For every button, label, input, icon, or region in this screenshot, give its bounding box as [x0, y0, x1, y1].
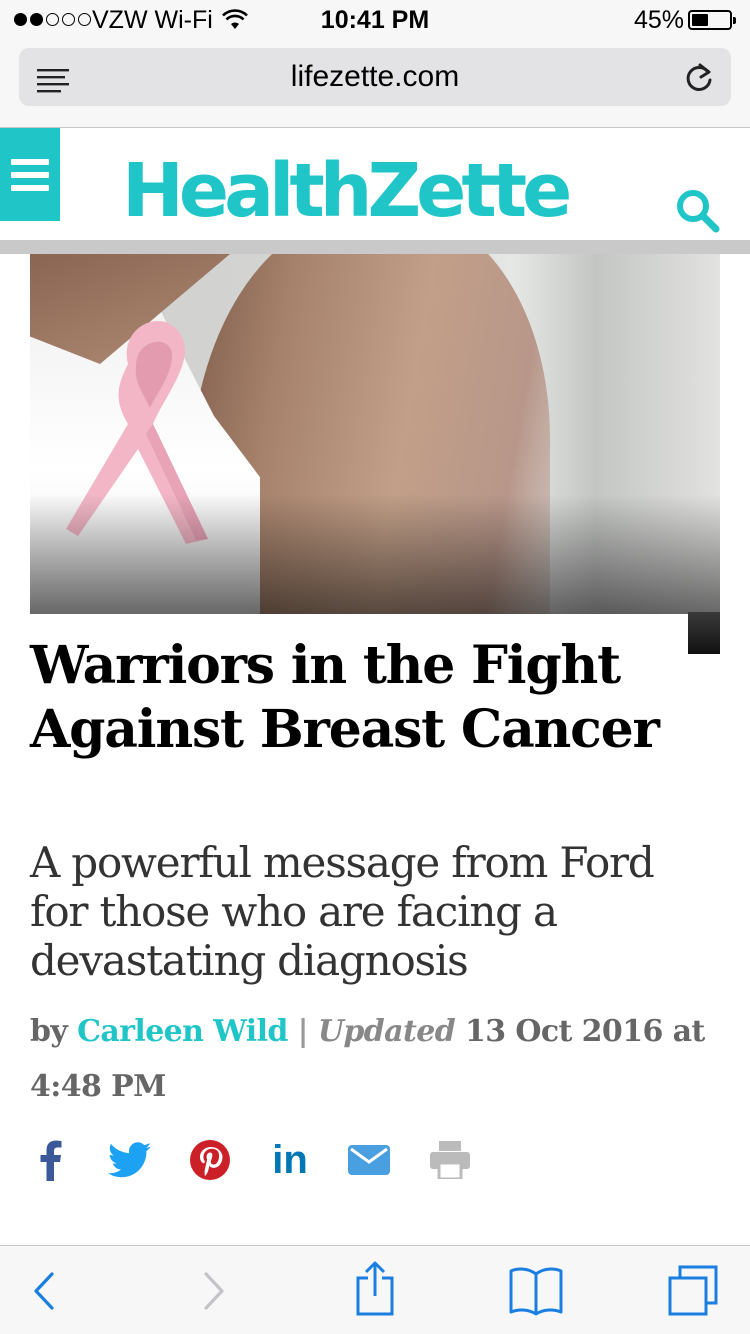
status-bar: VZW Wi-Fi 10:41 PM 45%: [0, 0, 750, 40]
menu-icon-bar: [11, 184, 49, 191]
byline-separator: |: [297, 1014, 309, 1049]
tabs-button[interactable]: [666, 1264, 718, 1316]
updated-label: Updated: [317, 1014, 456, 1049]
battery-icon: [688, 10, 736, 30]
url-field[interactable]: lifezette.com: [19, 48, 731, 106]
article-byline: by Carleen Wild | Updated 13 Oct 2016 at…: [30, 1004, 720, 1114]
reload-icon[interactable]: [683, 61, 715, 100]
facebook-icon[interactable]: [36, 1136, 66, 1184]
browser-address-bar: lifezette.com: [0, 40, 750, 128]
share-bar: in: [0, 1136, 750, 1184]
site-header: HealthZette: [0, 128, 750, 240]
url-text[interactable]: lifezette.com: [19, 60, 731, 94]
article-title: Warriors in the Fight Against Breast Can…: [30, 635, 660, 760]
byline-prefix: by: [30, 1014, 68, 1049]
search-icon[interactable]: [672, 186, 722, 236]
twitter-icon[interactable]: [108, 1136, 152, 1184]
author-link[interactable]: Carleen Wild: [77, 1014, 288, 1049]
site-logo[interactable]: HealthZette: [122, 154, 572, 228]
hero-image: [30, 254, 720, 614]
menu-icon-bar: [11, 158, 49, 165]
hamburger-menu-button[interactable]: [0, 128, 60, 221]
bookmarks-button[interactable]: [508, 1264, 563, 1316]
share-button[interactable]: [350, 1260, 400, 1316]
linkedin-icon[interactable]: in: [268, 1136, 312, 1184]
forward-button[interactable]: [188, 1266, 238, 1316]
browser-toolbar: [0, 1245, 750, 1334]
header-divider: [0, 240, 750, 254]
email-icon[interactable]: [348, 1136, 390, 1184]
article-subtitle: A powerful message from Ford for those w…: [30, 838, 655, 985]
back-button[interactable]: [22, 1266, 72, 1316]
print-icon[interactable]: [430, 1136, 470, 1184]
pinterest-icon[interactable]: [189, 1136, 231, 1184]
menu-icon-bar: [11, 171, 49, 178]
battery-percentage: 45%: [633, 6, 684, 34]
